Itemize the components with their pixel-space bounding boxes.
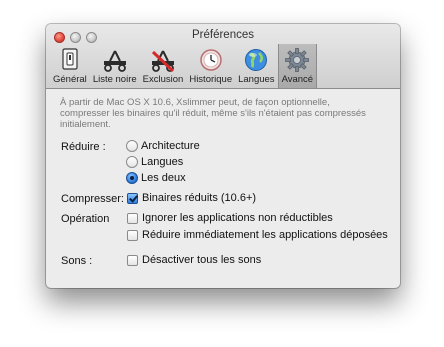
checkbox-checked[interactable]	[127, 192, 138, 204]
titlebar: Préférences Général Liste noire Exclusio…	[46, 24, 400, 89]
tab-history-label: Historique	[189, 74, 233, 85]
radio-both-label: Les deux	[141, 172, 186, 184]
window-title: Préférences	[191, 29, 254, 41]
globe-icon	[245, 49, 268, 71]
radio-both[interactable]: Les deux	[126, 172, 186, 184]
switch-icon	[62, 48, 78, 70]
scissors-red-icon	[151, 50, 175, 73]
radio-button[interactable]	[126, 140, 138, 152]
tab-blacklist[interactable]: Liste noire	[90, 44, 140, 88]
tab-languages[interactable]: Langues	[235, 44, 277, 88]
tab-blacklist-label: Liste noire	[92, 74, 137, 85]
clock-icon	[199, 49, 222, 71]
tab-history[interactable]: Historique	[186, 44, 235, 88]
checkbox-disable-sounds[interactable]: Désactiver tous les sons	[127, 254, 261, 266]
radio-button-selected[interactable]	[126, 172, 138, 184]
checkbox[interactable]	[127, 254, 138, 266]
advanced-pane: À partir de Mac OS X 10.6, Xslimmer peut…	[46, 89, 400, 288]
description-text: À partir de Mac OS X 10.6, Xslimmer peut…	[60, 97, 366, 130]
tab-general[interactable]: Général	[50, 44, 90, 88]
checkbox-compress-binaries-label: Binaires réduits (10.6+)	[142, 192, 257, 204]
checkbox[interactable]	[127, 229, 138, 241]
operation-label: Opération	[61, 213, 110, 225]
radio-architecture[interactable]: Architecture	[126, 140, 200, 152]
tab-advanced-label: Avancé	[281, 74, 314, 85]
checkbox[interactable]	[127, 212, 138, 224]
compress-label: Compresser:	[61, 193, 124, 205]
reduce-label: Réduire :	[61, 141, 106, 153]
preferences-window: Préférences Général Liste noire Exclusio…	[46, 24, 400, 288]
checkbox-reduce-dropped[interactable]: Réduire immédiatement les applications d…	[127, 229, 388, 241]
tab-advanced[interactable]: Avancé	[277, 44, 318, 88]
checkbox-ignore-irreducible[interactable]: Ignorer les applications non réductibles	[127, 212, 333, 224]
radio-button[interactable]	[126, 156, 138, 168]
sounds-label: Sons :	[61, 255, 93, 267]
gear-icon	[285, 48, 310, 72]
checkbox-reduce-dropped-label: Réduire immédiatement les applications d…	[142, 229, 388, 241]
tab-languages-label: Langues	[238, 74, 275, 85]
scissors-icon	[103, 50, 126, 72]
checkbox-ignore-irreducible-label: Ignorer les applications non réductibles	[142, 212, 333, 224]
radio-architecture-label: Architecture	[141, 140, 200, 152]
tab-exclusion-label: Exclusion	[142, 74, 184, 85]
radio-languages-label: Langues	[141, 156, 184, 168]
tab-exclusion[interactable]: Exclusion	[140, 44, 187, 88]
checkbox-compress-binaries[interactable]: Binaires réduits (10.6+)	[127, 192, 256, 204]
preferences-toolbar: Général Liste noire Exclusion Historique…	[50, 44, 318, 88]
tab-general-label: Général	[53, 74, 87, 85]
radio-languages[interactable]: Langues	[126, 156, 183, 168]
checkbox-disable-sounds-label: Désactiver tous les sons	[142, 254, 262, 266]
